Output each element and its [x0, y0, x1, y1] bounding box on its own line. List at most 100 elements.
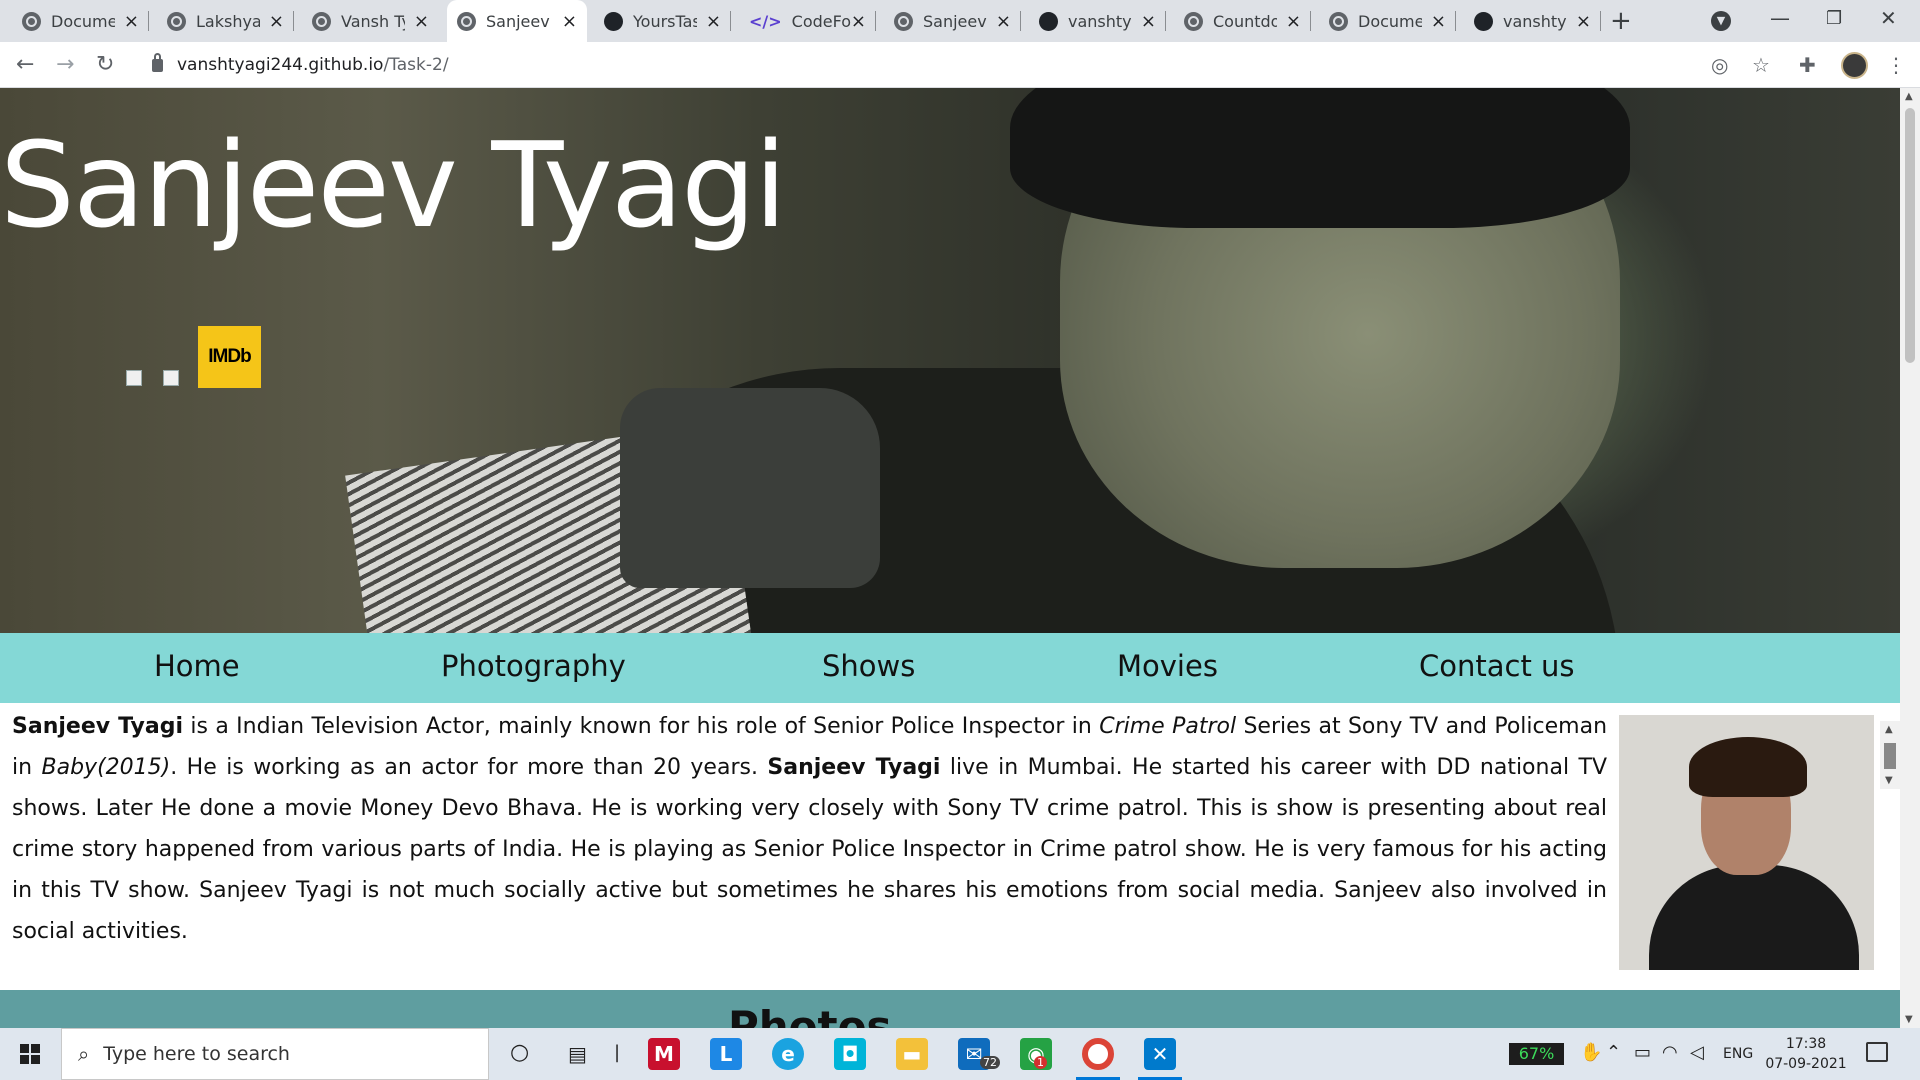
close-icon[interactable]: ×	[1576, 11, 1591, 32]
menu-icon[interactable]: ⋮	[1886, 53, 1906, 77]
wifi-icon[interactable]: ◠	[1662, 1042, 1678, 1063]
lock-icon[interactable]	[152, 52, 163, 72]
eye-off-icon[interactable]: ◎	[1711, 53, 1728, 77]
bio-text: live in Mumbai. He started his career wi…	[12, 755, 1607, 944]
tab-5[interactable]: YoursTast ×	[594, 0, 731, 42]
clock-date: 07-09-2021	[1765, 1056, 1847, 1072]
main-nav: Home Photography Shows Movies Contact us	[0, 633, 1900, 703]
language-indicator[interactable]: ENG	[1723, 1046, 1753, 1062]
tab-title: Sanjeev T	[486, 11, 550, 31]
tab-2[interactable]: Lakshya ×	[157, 0, 294, 42]
tab-title: vanshtyag	[1068, 11, 1132, 31]
tab-title: Documen	[51, 11, 115, 31]
tab-title: Lakshya	[196, 11, 260, 31]
url-domain: vanshtyagi244.github.io	[177, 55, 384, 75]
tab-title: Documen	[1358, 11, 1422, 31]
photos-heading: Photos	[728, 1002, 892, 1028]
tab-title: Countdow	[1213, 11, 1277, 31]
search-icon: ⌕	[78, 1042, 90, 1066]
hero-banner: Sanjeev Tyagi IMDb	[0, 88, 1900, 633]
page-viewport: Sanjeev Tyagi IMDb Home Photography Show…	[0, 88, 1900, 1028]
mcafee-icon[interactable]: M	[648, 1038, 680, 1070]
reload-icon[interactable]: ↻	[96, 52, 114, 77]
nav-movies[interactable]: Movies	[1117, 649, 1218, 683]
url-path: /Task-2/	[383, 55, 449, 75]
window-close-icon[interactable]: ✕	[1880, 6, 1897, 30]
nav-contact-us[interactable]: Contact us	[1419, 649, 1575, 683]
star-icon[interactable]: ☆	[1752, 53, 1770, 77]
browser-tab-strip: Documen × Lakshya × Vansh Tya × Sanjeev …	[0, 0, 1920, 42]
avatar[interactable]	[1841, 52, 1868, 79]
code-icon: </>	[749, 11, 782, 31]
forward-icon[interactable]: →	[56, 52, 74, 77]
tab-4-active[interactable]: Sanjeev T ×	[447, 0, 587, 42]
restore-icon[interactable]: ❐	[1826, 8, 1842, 29]
vscode-icon[interactable]: ✕	[1144, 1038, 1176, 1070]
scroll-thumb[interactable]	[1905, 108, 1915, 363]
touch-icon[interactable]: ✋	[1580, 1042, 1602, 1063]
tab-title: YoursTast	[633, 11, 697, 31]
minimize-icon[interactable]: —	[1770, 6, 1790, 30]
back-icon[interactable]: ←	[16, 52, 34, 77]
github-icon	[1039, 11, 1058, 31]
battery-indicator[interactable]: 67%	[1509, 1043, 1564, 1065]
imdb-link[interactable]: IMDb	[198, 326, 261, 388]
edge-icon[interactable]: e	[772, 1038, 804, 1070]
address-bar[interactable]: vanshtyagi244.github.io/Task-2/	[140, 48, 1750, 82]
tab-8[interactable]: vanshtyag ×	[1029, 0, 1166, 42]
globe-icon	[457, 11, 476, 31]
browser-toolbar: ← → ↻ vanshtyagi244.github.io/Task-2/ ◎ …	[0, 42, 1920, 88]
tab-11[interactable]: vanshtyag ×	[1464, 0, 1601, 42]
tab-3[interactable]: Vansh Tya ×	[302, 0, 439, 42]
tab-1[interactable]: Documen ×	[12, 0, 149, 42]
close-icon[interactable]: ×	[562, 11, 577, 32]
close-icon[interactable]: ×	[851, 11, 866, 32]
app-icon[interactable]: ◘	[834, 1038, 866, 1070]
close-icon[interactable]: ×	[996, 11, 1011, 32]
task-view-icon[interactable]: ▤	[568, 1042, 587, 1066]
close-icon[interactable]: ×	[706, 11, 721, 32]
github-icon	[1474, 11, 1493, 31]
bio-text: . He is working as an actor for more tha…	[170, 755, 768, 780]
social-link-icon[interactable]	[163, 370, 179, 386]
tab-title: Vansh Tya	[341, 11, 405, 31]
tab-search-icon[interactable]: ▼	[1711, 11, 1731, 31]
taskbar-search[interactable]: ⌕ Type here to search	[61, 1028, 489, 1080]
nav-photography[interactable]: Photography	[441, 649, 626, 683]
close-icon[interactable]: ×	[1141, 11, 1156, 32]
close-icon[interactable]: ×	[124, 11, 139, 32]
nav-shows[interactable]: Shows	[822, 649, 915, 683]
globe-icon	[894, 11, 913, 31]
globe-icon	[22, 11, 41, 31]
battery-icon[interactable]: ▭	[1634, 1042, 1651, 1063]
notification-icon[interactable]	[1866, 1042, 1888, 1062]
close-icon[interactable]: ×	[1286, 11, 1301, 32]
chevron-up-icon[interactable]: ⌃	[1606, 1042, 1621, 1063]
nav-scrollbar[interactable]: ▲ ▼	[1880, 721, 1900, 789]
close-icon[interactable]: ×	[1431, 11, 1446, 32]
cortana-icon[interactable]: ○	[510, 1040, 529, 1065]
windows-start-icon[interactable]	[20, 1044, 40, 1064]
bio-show: Crime Patrol	[1099, 714, 1237, 739]
system-clock[interactable]: 17:38 07-09-2021	[1765, 1034, 1847, 1074]
nav-home[interactable]: Home	[154, 649, 240, 683]
github-icon	[604, 11, 623, 31]
tab-7[interactable]: Sanjeev T ×	[884, 0, 1021, 42]
launcher-icon[interactable]: L	[710, 1038, 742, 1070]
close-icon[interactable]: ×	[269, 11, 284, 32]
new-tab-button[interactable]: +	[1610, 6, 1632, 36]
tab-title: CodeForm	[791, 11, 851, 31]
volume-icon[interactable]: ◁	[1690, 1042, 1704, 1063]
close-icon[interactable]: ×	[414, 11, 429, 32]
tab-6[interactable]: </> CodeForm ×	[739, 0, 876, 42]
chrome-icon[interactable]	[1082, 1038, 1114, 1070]
tab-10[interactable]: Documen ×	[1319, 0, 1456, 42]
divider-icon: |	[614, 1042, 621, 1063]
file-explorer-icon[interactable]: ▬	[896, 1038, 928, 1070]
social-link-icon[interactable]	[126, 370, 142, 386]
photos-section: Photos	[0, 990, 1900, 1028]
bio-paragraph: Sanjeev Tyagi is a Indian Television Act…	[12, 706, 1607, 952]
tab-9[interactable]: Countdow ×	[1174, 0, 1311, 42]
extensions-icon[interactable]: ✚	[1799, 53, 1816, 77]
page-scrollbar[interactable]: ▲ ▼	[1900, 88, 1920, 1028]
